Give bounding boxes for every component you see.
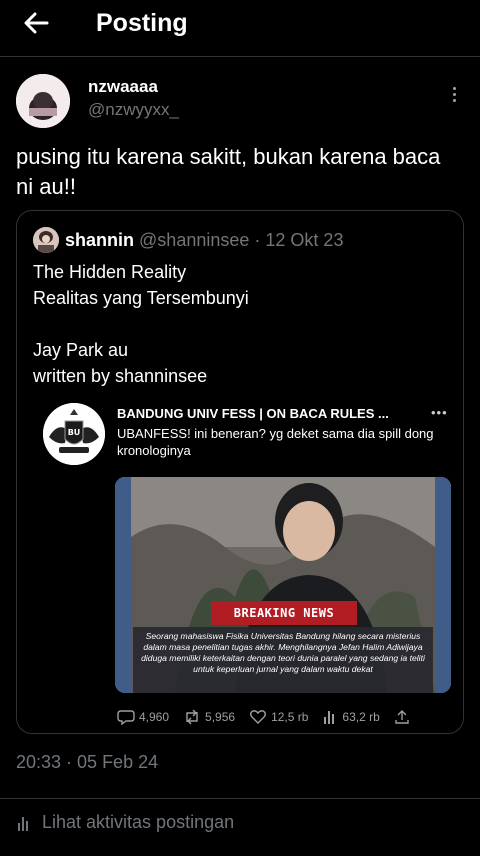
quoted-avatar-image bbox=[33, 227, 59, 253]
quoted-date: · 12 Okt 23 bbox=[254, 230, 344, 250]
crest-letters: BU bbox=[68, 428, 81, 437]
dot bbox=[452, 86, 456, 90]
activity-label: Lihat aktivitas postingan bbox=[42, 812, 235, 832]
replies-count: 4,960 bbox=[139, 710, 170, 724]
quoted-display-name[interactable]: shannin bbox=[65, 230, 134, 250]
page-title: Posting bbox=[96, 9, 188, 37]
news-image: BREAKING NEWS Seorang mahasiswa Fisika U… bbox=[115, 477, 451, 693]
quoted-meta: shannin @shanninsee · 12 Okt 23 bbox=[65, 228, 343, 252]
share-stat bbox=[394, 709, 410, 725]
breaking-news-banner: BREAKING NEWS bbox=[211, 601, 357, 625]
post-activity-link[interactable]: Lihat aktivitas postingan bbox=[16, 812, 234, 833]
more-options-button[interactable] bbox=[444, 82, 464, 106]
replies-stat: 4,960 bbox=[117, 709, 169, 725]
quoted-post[interactable]: shannin @shanninsee · 12 Okt 23 The Hidd… bbox=[16, 210, 464, 734]
news-caption: Seorang mahasiswa Fisika Universitas Ban… bbox=[133, 627, 433, 693]
back-button[interactable] bbox=[18, 8, 54, 38]
share-icon bbox=[395, 710, 409, 724]
header-divider bbox=[0, 56, 480, 57]
likes-stat: 12,5 rb bbox=[249, 709, 308, 725]
quoted-handle[interactable]: @shanninsee bbox=[139, 230, 249, 250]
reply-icon bbox=[117, 710, 135, 725]
heart-icon bbox=[250, 710, 267, 724]
embedded-more-icon: ••• bbox=[431, 405, 448, 420]
views-count: 63,2 rb bbox=[342, 710, 380, 724]
embedded-screenshot: BU BANDUNG UNIV FESS | ON BACA RULES ...… bbox=[33, 403, 453, 729]
reposts-stat: 5,956 bbox=[183, 709, 235, 725]
author-handle[interactable]: @nzwyyxx_ bbox=[88, 100, 179, 120]
embedded-stats: 4,960 5,956 12,5 rb 63,2 rb bbox=[117, 707, 453, 727]
views-stat: 63,2 rb bbox=[322, 709, 380, 725]
university-crest-icon: BU bbox=[43, 403, 105, 465]
likes-count: 12,5 rb bbox=[271, 710, 309, 724]
dot bbox=[452, 92, 456, 96]
post-text: pusing itu karena sakitt, bukan karena b… bbox=[16, 144, 441, 199]
fess-logo: BU bbox=[43, 403, 105, 465]
avatar[interactable] bbox=[16, 74, 70, 128]
author-display-name[interactable]: nzwaaaa bbox=[88, 77, 158, 97]
embedded-text: UBANFESS! ini beneran? yg deket sama dia… bbox=[117, 426, 434, 458]
avatar-image bbox=[16, 74, 70, 128]
quoted-avatar[interactable] bbox=[33, 227, 59, 253]
dot bbox=[452, 98, 456, 102]
repost-icon bbox=[186, 709, 198, 725]
views-chart-icon bbox=[324, 711, 335, 724]
quoted-text: The Hidden Reality Realitas yang Tersemb… bbox=[33, 262, 249, 386]
arrow-left-icon bbox=[24, 12, 49, 34]
top-bar: Posting bbox=[0, 0, 480, 52]
reposts-count: 5,956 bbox=[205, 710, 236, 724]
analytics-icon bbox=[18, 816, 28, 831]
footer-divider bbox=[0, 798, 480, 799]
post-timestamp[interactable]: 20:33 · 05 Feb 24 bbox=[16, 752, 158, 773]
embedded-account-name: BANDUNG UNIV FESS | ON BACA RULES ... bbox=[117, 406, 389, 421]
